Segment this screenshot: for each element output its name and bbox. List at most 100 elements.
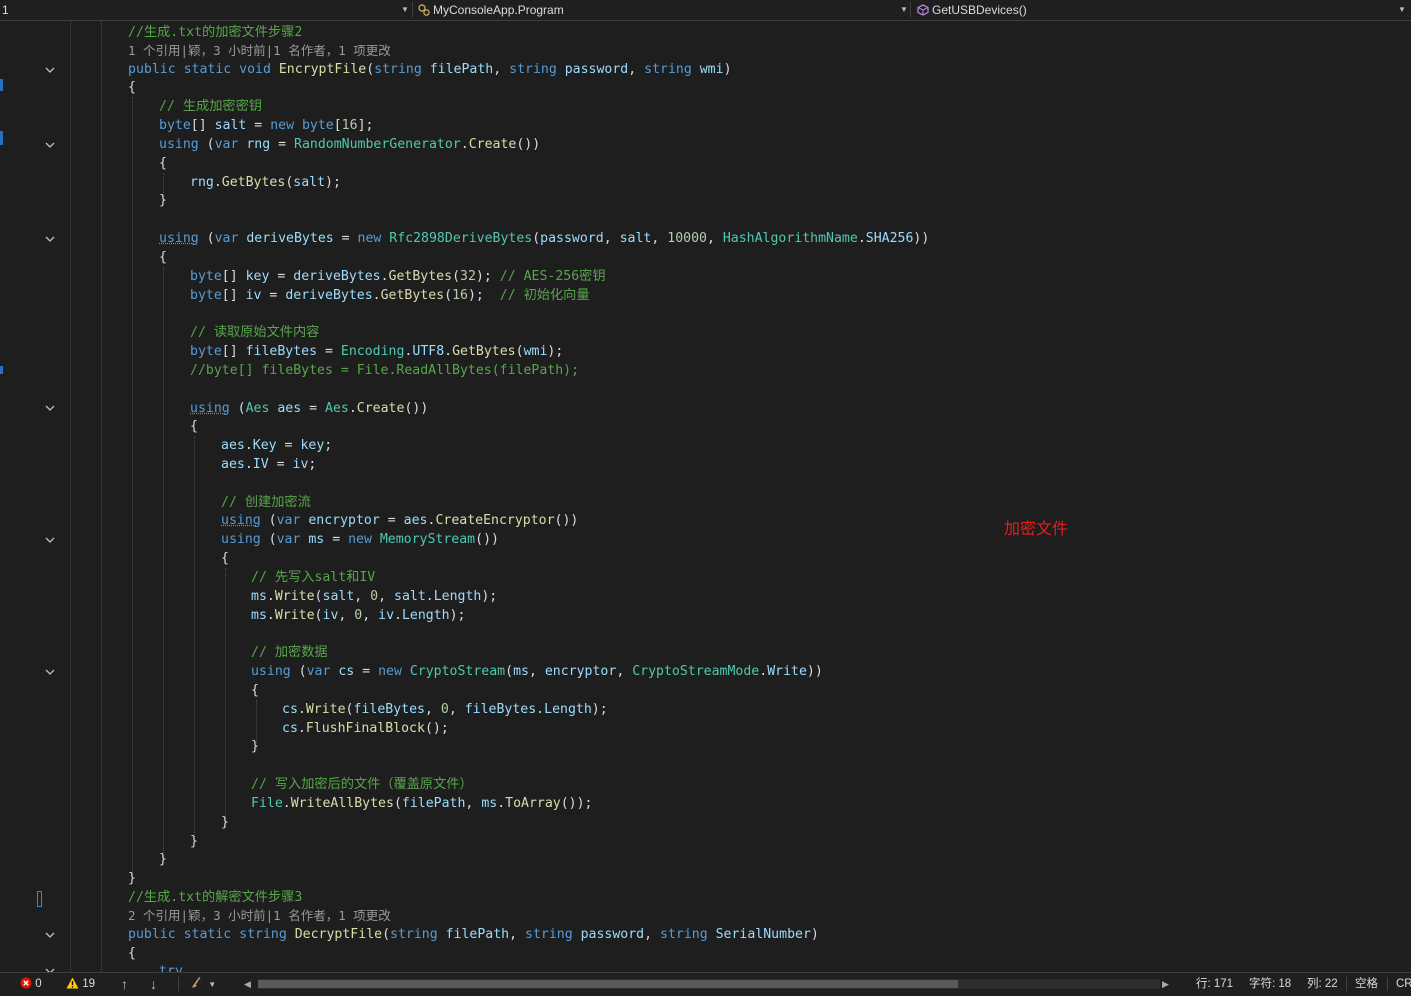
divider [178,977,179,991]
code-line: byte[] fileBytes = Encoding.UTF8.GetByte… [190,344,564,359]
code-line: //byte[] fileBytes = File.ReadAllBytes(f… [190,363,580,378]
char-indicator[interactable]: 字符: 18 [1249,973,1291,995]
collapse-chevron-icon[interactable] [45,140,55,150]
indent-guide [225,568,226,826]
code-line: } [159,852,167,867]
class-dropdown-chevron-icon[interactable]: ▼ [900,0,908,20]
codelens-info[interactable]: 1 个引用|颖，3 小时前|1 名作者，1 项更改 [128,41,391,60]
code-line: ms.Write(salt, 0, salt.Length); [251,589,498,604]
code-line: { [128,80,136,95]
code-line: // 写入加密后的文件（覆盖原文件） [251,777,473,792]
code-line: } [159,193,167,208]
codelens-info[interactable]: 2 个引用|颖，3 小时前|1 名作者，1 项更改 [128,906,391,925]
class-dropdown-label: MyConsoleApp.Program [433,3,564,17]
code-line: using (Aes aes = Aes.Create()) [190,401,429,416]
collapse-chevron-icon[interactable] [45,234,55,244]
navigation-bar: 1 ▼ MyConsoleApp.Program ▼ GetUSBDevices… [0,0,1411,21]
change-marker [0,79,3,91]
code-line: { [251,683,259,698]
change-marker [0,131,3,145]
code-line: public static string DecryptFile(string … [128,927,819,942]
indent-guide [163,267,164,857]
code-line: cs.FlushFinalBlock(); [282,721,449,736]
code-line: using (var rng = RandomNumberGenerator.C… [159,137,541,152]
code-line: { [159,250,167,265]
divider [1346,977,1347,991]
code-line: } [251,739,259,754]
project-dropdown-label[interactable]: 1 [2,0,9,20]
collapse-chevron-icon[interactable] [45,65,55,75]
code-line: try [159,964,183,972]
code-line: cs.Write(fileBytes, 0, fileBytes.Length)… [282,702,608,717]
collapse-chevron-icon[interactable] [45,667,55,677]
code-line: using (var ms = new MemoryStream()) [221,532,499,547]
horizontal-scrollbar[interactable] [258,979,1160,989]
indent-guide [70,21,71,972]
code-cleanup-button[interactable]: ▼ [191,973,216,995]
code-line: aes.Key = key; [221,438,333,453]
warning-icon [66,977,79,989]
code-line: byte[] key = deriveBytes.GetBytes(32); /… [190,269,606,284]
code-line: byte[] iv = deriveBytes.GetBytes(16); //… [190,288,590,303]
code-line: //生成.txt的解密文件步骤3 [128,890,303,905]
code-line: } [190,834,198,849]
project-dropdown-chevron-icon[interactable]: ▼ [401,0,409,20]
status-bar: 0 19 ↑ ↓ ▼ ◀ ▶ 行: 171 字符: 18 列: 22 空格 CR [0,972,1411,995]
code-line: //生成.txt的加密文件步骤2 [128,25,303,40]
code-line: } [221,815,229,830]
indent-guide [194,436,195,841]
class-icon [418,4,430,16]
code-line: // 生成加密密钥 [159,99,262,114]
collapse-chevron-icon[interactable] [45,535,55,545]
code-line: File.WriteAllBytes(filePath, ms.ToArray(… [251,796,593,811]
code-line: { [159,156,167,171]
code-line: // 读取原始文件内容 [190,325,320,340]
line-ending-indicator[interactable]: CR [1396,973,1411,995]
code-line: aes.IV = iv; [221,457,317,472]
member-dropdown-label: GetUSBDevices() [932,3,1027,17]
cleanup-chevron-icon: ▼ [208,980,217,989]
collapse-chevron-icon[interactable] [45,930,55,940]
annotation-label: 加密文件 [1004,519,1069,538]
divider [910,2,911,18]
member-dropdown-chevron-icon[interactable]: ▼ [1398,0,1406,20]
method-icon [917,4,929,16]
code-line: { [128,946,136,961]
divider [1387,977,1388,991]
indent-guide [132,97,133,877]
column-indicator[interactable]: 列: 22 [1307,973,1338,995]
divider [412,2,413,18]
code-line: using (var cs = new CryptoStream(ms, enc… [251,664,823,679]
code-line: { [221,551,229,566]
member-dropdown[interactable]: GetUSBDevices() [917,0,1027,20]
scrollbar-thumb[interactable] [258,980,958,988]
error-count-label: 0 [35,978,42,990]
warning-count[interactable]: 19 [66,973,95,995]
code-line: using (var deriveBytes = new Rfc2898Deri… [159,231,930,246]
code-line: public static void EncryptFile(string fi… [128,62,732,77]
code-line: } [128,871,136,886]
code-line: { [190,419,198,434]
code-line: // 加密数据 [251,645,328,660]
code-line: // 创建加密流 [221,495,311,510]
previous-issue-arrow-icon[interactable]: ↑ [121,973,128,995]
code-line: ms.Write(iv, 0, iv.Length); [251,608,466,623]
code-line: using (var encryptor = aes.CreateEncrypt… [221,513,579,528]
indentation-indicator[interactable]: 空格 [1355,973,1378,995]
indent-guide [101,21,102,972]
error-count[interactable]: 0 [20,973,42,995]
scroll-left-arrow-icon[interactable]: ◀ [244,973,251,995]
line-indicator[interactable]: 行: 171 [1196,973,1233,995]
caret-marker [37,891,42,907]
broom-icon [192,977,201,988]
scroll-right-arrow-icon[interactable]: ▶ [1162,973,1169,995]
error-icon [20,977,32,989]
code-line: byte[] salt = new byte[16]; [159,118,374,133]
class-dropdown[interactable]: MyConsoleApp.Program [418,0,564,20]
warning-count-label: 19 [82,978,95,990]
code-line: rng.GetBytes(salt); [190,175,341,190]
code-editor[interactable]: //生成.txt的加密文件步骤2 1 个引用|颖，3 小时前|1 名作者，1 项… [0,21,1411,972]
next-issue-arrow-icon[interactable]: ↓ [150,973,157,995]
collapse-chevron-icon[interactable] [45,403,55,413]
code-line: // 先写入salt和IV [251,570,376,585]
